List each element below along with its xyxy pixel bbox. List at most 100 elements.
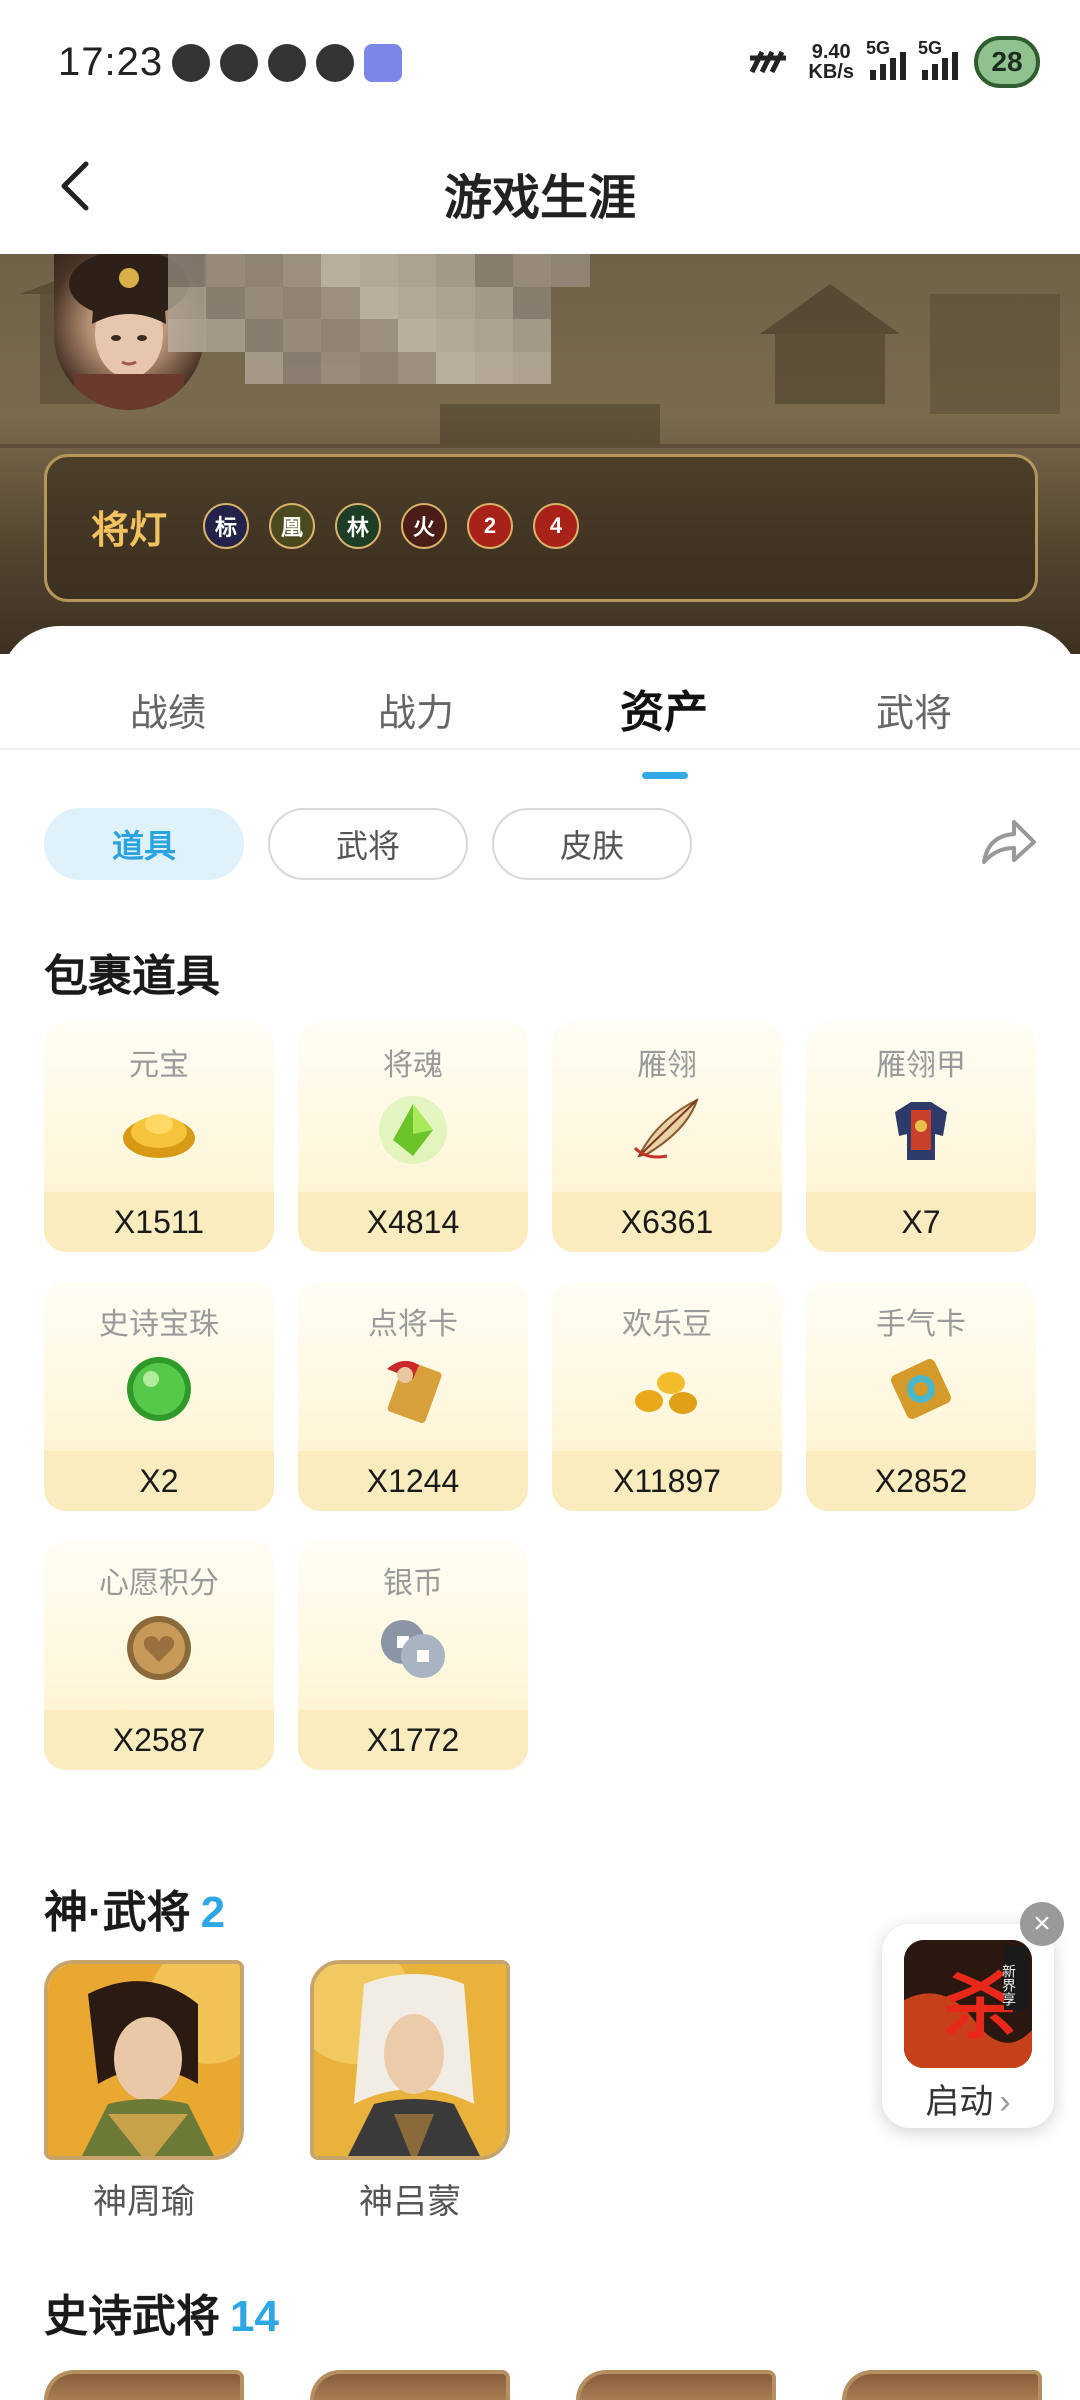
lamp-badges: 标凰林火24 xyxy=(203,503,579,549)
lamp-badge: 4 xyxy=(533,503,579,549)
tab-power[interactable]: 战力 xyxy=(316,682,516,737)
hero-card[interactable]: 神周瑜 xyxy=(44,1960,244,2223)
epic-generals-title: 史诗武将 14 xyxy=(44,2292,279,2341)
gold-ingot-icon xyxy=(119,1090,199,1170)
item-card[interactable]: 雁翎 X6361 xyxy=(552,1022,782,1252)
item-name: 将魂 xyxy=(383,1049,443,1082)
silver-coin-icon xyxy=(373,1608,453,1688)
item-count: X1244 xyxy=(298,1451,528,1511)
feather-icon xyxy=(627,1090,707,1170)
status-right: 9.40 KB/s 5G 5G 28 xyxy=(748,36,1040,88)
green-orb-icon xyxy=(119,1349,199,1429)
item-count: X1772 xyxy=(298,1710,528,1770)
play-icon xyxy=(268,44,306,82)
lamp-badge: 凰 xyxy=(269,503,315,549)
status-bar: 17:23 9.40 KB/s 5G 5G 28 xyxy=(0,0,1080,120)
status-time: 17:23 xyxy=(58,40,164,84)
lamp-badge: 2 xyxy=(467,503,513,549)
item-count: X2587 xyxy=(44,1710,274,1770)
items-section-title: 包裹道具 xyxy=(44,952,220,1001)
hero-name: 神周瑜 xyxy=(93,2183,195,2221)
item-count: X6361 xyxy=(552,1192,782,1252)
wish-coin-icon xyxy=(119,1608,199,1688)
general-card-icon xyxy=(373,1349,453,1429)
item-card[interactable]: 银币 X1772 xyxy=(298,1540,528,1770)
lamp-badge: 标 xyxy=(203,503,249,549)
net-speed: 9.40 KB/s xyxy=(808,41,854,83)
filter-items[interactable]: 道具 xyxy=(44,808,244,880)
page-title: 游戏生涯 xyxy=(443,172,636,225)
hero-name: 神吕蒙 xyxy=(359,2183,461,2221)
filter-skins[interactable]: 皮肤 xyxy=(492,808,692,880)
tab-generals[interactable]: 武将 xyxy=(814,682,1014,737)
share-icon[interactable] xyxy=(978,814,1038,870)
item-card[interactable]: 点将卡 X1244 xyxy=(298,1281,528,1511)
item-card[interactable]: 将魂 X4814 xyxy=(298,1022,528,1252)
item-count: X7 xyxy=(806,1192,1036,1252)
luck-card-icon xyxy=(881,1349,961,1429)
item-name: 雁翎甲 xyxy=(876,1049,966,1082)
tab-assets[interactable]: 资产 xyxy=(564,676,764,740)
battery-icon: 28 xyxy=(974,36,1040,88)
wechat-icon xyxy=(172,44,210,82)
item-count: X1511 xyxy=(44,1192,274,1252)
content-card: 战绩 战力 资产 武将 道具 武将 皮肤 包裹道具 元宝 X1511 将魂 X4814… xyxy=(0,626,1080,2400)
item-name: 史诗宝珠 xyxy=(99,1308,219,1341)
signal-icon-sim1: 5G xyxy=(866,38,906,80)
item-name: 欢乐豆 xyxy=(622,1308,712,1341)
green-crystal-icon xyxy=(373,1090,453,1170)
item-name: 雁翎 xyxy=(637,1049,697,1082)
lamp-title: 将灯 xyxy=(91,510,168,552)
hero-card[interactable] xyxy=(310,2370,510,2400)
general-lamp-panel: 将灯 标凰林火24 xyxy=(44,454,1038,602)
beans-icon xyxy=(627,1349,707,1429)
item-count: X4814 xyxy=(298,1192,528,1252)
svg-text:新界享: 新界享 xyxy=(1000,1964,1016,2006)
hero-portrait xyxy=(310,1960,510,2160)
chevron-right-icon: › xyxy=(999,2083,1011,2121)
item-count: X11897 xyxy=(552,1451,782,1511)
god-generals-title: 神·武将 2 xyxy=(44,1888,226,1937)
notification-icons xyxy=(172,44,402,82)
lamp-badge: 火 xyxy=(401,503,447,549)
item-name: 点将卡 xyxy=(368,1308,458,1341)
item-name: 元宝 xyxy=(129,1049,189,1082)
item-name: 心愿积分 xyxy=(99,1567,219,1600)
item-card[interactable]: 手气卡 X2852 xyxy=(806,1281,1036,1511)
hero-card[interactable] xyxy=(842,2370,1042,2400)
divider xyxy=(0,748,1080,750)
item-card[interactable]: 元宝 X1511 xyxy=(44,1022,274,1252)
hero-card[interactable] xyxy=(576,2370,776,2400)
hero-card[interactable] xyxy=(44,2370,244,2400)
close-icon[interactable]: × xyxy=(1020,1902,1064,1946)
hero-portrait xyxy=(44,1960,244,2160)
hero-card[interactable]: 神吕蒙 xyxy=(310,1960,510,2223)
app-header: 游戏生涯 xyxy=(0,120,1080,254)
tiktok-icon xyxy=(220,44,258,82)
tab-indicator xyxy=(642,772,688,779)
armor-icon xyxy=(881,1090,961,1170)
item-card[interactable]: 史诗宝珠 X2 xyxy=(44,1281,274,1511)
filter-chips: 道具 武将 皮肤 xyxy=(44,808,692,880)
lamp-badge: 林 xyxy=(335,503,381,549)
nfc-icon xyxy=(750,50,787,74)
tab-bar: 战绩 战力 资产 武将 xyxy=(0,662,1080,779)
item-name: 手气卡 xyxy=(876,1308,966,1341)
launch-label: 启动 › xyxy=(925,2083,1011,2121)
signal-icon-sim2: 5G xyxy=(918,38,958,80)
item-count: X2852 xyxy=(806,1451,1036,1511)
game-launcher[interactable]: 杀 新界享 启动 › xyxy=(882,1924,1054,2128)
blurred-username xyxy=(168,254,628,384)
epic-generals-list xyxy=(44,2370,1044,2400)
item-name: 银币 xyxy=(383,1567,443,1600)
quark-icon xyxy=(316,44,354,82)
tab-record[interactable]: 战绩 xyxy=(68,682,268,737)
item-count: X2 xyxy=(44,1451,274,1511)
filter-generals[interactable]: 武将 xyxy=(268,808,468,880)
game-logo-icon: 杀 新界享 xyxy=(904,1940,1032,2068)
item-card[interactable]: 心愿积分 X2587 xyxy=(44,1540,274,1770)
item-card[interactable]: 雁翎甲 X7 xyxy=(806,1022,1036,1252)
profile-banner: 将灯 标凰林火24 xyxy=(0,254,1080,654)
app-icon xyxy=(364,44,402,82)
item-card[interactable]: 欢乐豆 X11897 xyxy=(552,1281,782,1511)
